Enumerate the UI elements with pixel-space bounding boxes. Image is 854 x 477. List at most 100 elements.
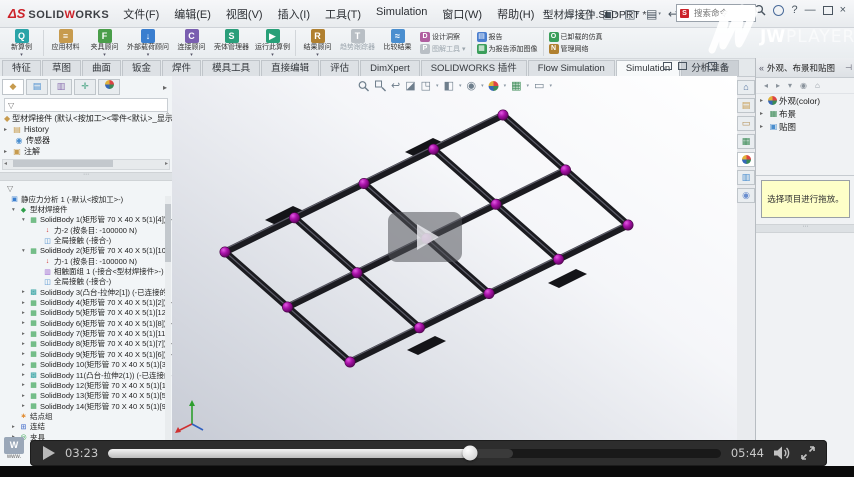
dimxpertmanager-tab[interactable]: ✛ [74, 79, 96, 95]
design-insight-button[interactable]: D 设计洞察 [420, 32, 466, 42]
sim-tree-row[interactable]: ▸▩SolidBody 3(凸台-拉伸2[1]) (-已连接的- [0, 287, 172, 297]
menu-window[interactable]: 窗口(W) [442, 6, 482, 22]
sim-tree-row[interactable]: ▥相触面组 1 (-接合<型材焊接件>-) [0, 266, 172, 276]
compare-results-button[interactable]: ≈ 比较结果 [378, 28, 417, 58]
expander-icon[interactable]: ▸ [22, 382, 29, 388]
sim-tree-row[interactable]: ▣静应力分析 1 (-默认<按加工>-) [0, 194, 172, 204]
sim-tree-row[interactable]: ▸▦SolidBody 14(矩形管 70 X 40 X 5(1)[9]) (-… [0, 401, 172, 411]
login-user-icon[interactable] [773, 5, 784, 16]
doc-close-icon[interactable]: × [723, 61, 728, 71]
tab-features[interactable]: 特征 [2, 60, 41, 76]
menu-file[interactable]: 文件(F) [123, 6, 159, 22]
tree-filter-box[interactable]: ▽ [4, 98, 168, 112]
feature-tree-row[interactable]: ▸ ▣ 注解 [0, 146, 172, 157]
tree-horizontal-scrollbar[interactable]: ◂ ▸ [2, 159, 170, 170]
run-study-button[interactable]: ▶ 运行此算例▾ [252, 28, 293, 58]
tab-weldments[interactable]: 焊件 [162, 60, 201, 76]
seek-handle[interactable] [462, 446, 477, 461]
menu-help[interactable]: 帮助(H) [497, 6, 534, 22]
menu-simulation[interactable]: Simulation [376, 6, 427, 22]
sim-tree-row[interactable]: ↓力-1 (按条目: -100000 N) [0, 256, 172, 266]
expander-icon[interactable]: ▸ [4, 126, 12, 133]
expander-icon[interactable]: ▸ [22, 393, 29, 399]
expander-icon[interactable]: ▾ [22, 217, 29, 223]
search-input[interactable] [692, 7, 748, 19]
tab-surfaces[interactable]: 曲面 [82, 60, 121, 76]
forward-icon[interactable]: ▸ [776, 81, 780, 90]
video-play-overlay-button[interactable] [388, 212, 462, 262]
expander-icon[interactable]: ▸ [4, 148, 12, 155]
expander-icon[interactable]: ▾ [22, 248, 29, 254]
scroll-right-icon[interactable]: ▸ [165, 160, 168, 168]
sim-tree-row[interactable]: ▸▦SolidBody 5(矩形管 70 X 40 X 5(1)[12]) (-… [0, 308, 172, 318]
expander-icon[interactable]: ▸ [12, 424, 19, 430]
menu-insert[interactable]: 插入(I) [278, 6, 310, 22]
expander-icon[interactable]: ▸ [22, 289, 29, 295]
sim-tree-row[interactable]: ∗结点组 [0, 411, 172, 421]
include-image-button[interactable]: ▦ 为报告添加图像 [477, 44, 538, 54]
sim-tree-row[interactable]: ◫全局接触 (-接合-) [0, 277, 172, 287]
volume-icon[interactable] [774, 446, 791, 460]
weldment-frame-model[interactable] [172, 76, 737, 466]
expander-icon[interactable]: ▸ [22, 362, 29, 368]
sim-tree-row[interactable]: ▸▩SolidBody 11(凸台-拉伸2(1)) (-已连接的- [0, 370, 172, 380]
graphics-area[interactable]: ↩ ◪ ◳▾ ◧▾ ◉▾ ▾ ▦▾ ▭▾ [172, 76, 737, 466]
tab-evaluate[interactable]: 评估 [320, 60, 359, 76]
menu-edit[interactable]: 编辑(E) [174, 6, 211, 22]
tab-sw-addins[interactable]: SOLIDWORKS 插件 [421, 60, 527, 76]
expander-icon[interactable]: ▸ [760, 123, 768, 130]
configurationmanager-tab[interactable]: ▥ [50, 79, 72, 95]
expander-icon[interactable]: ▸ [22, 331, 29, 337]
panel-splitter[interactable]: ⋯ [0, 172, 172, 181]
command-search-box[interactable]: S [676, 4, 756, 22]
tab-direct-editing[interactable]: 直接编辑 [261, 60, 319, 76]
scroll-left-icon[interactable]: ◂ [4, 160, 7, 168]
sim-tree-filter[interactable]: ▽ [4, 183, 168, 193]
sim-tree-row[interactable]: ↓力-2 (按条目: -100000 N) [0, 225, 172, 235]
sim-tree-scrollbar[interactable] [165, 196, 171, 440]
expander-icon[interactable]: ▸ [22, 310, 29, 316]
expander-icon[interactable]: ▸ [760, 97, 768, 104]
forum-tab[interactable]: ◉ [737, 188, 755, 203]
tab-flow-simulation[interactable]: Flow Simulation [528, 60, 615, 76]
pin-icon[interactable]: ⊣ [845, 63, 852, 72]
doc-window-icon[interactable] [678, 62, 687, 70]
results-advisor-button[interactable]: R 结果顾问▾ [298, 28, 337, 58]
tree-scroll-up-icon[interactable]: ⌃ [165, 112, 170, 119]
sim-tree-row[interactable]: ◫全局接触 (-接合-) [0, 235, 172, 245]
panel-splitter[interactable]: ⋯ [756, 224, 854, 233]
expander-icon[interactable]: ▸ [22, 403, 29, 409]
sim-tree-row[interactable]: ▸⊞连结 [0, 422, 172, 432]
sim-tree-row[interactable]: ▸▦SolidBody 10(矩形管 70 X 40 X 5(1)[3]) (-… [0, 360, 172, 370]
trend-tracker-button[interactable]: T 趋势跟踪器 [337, 28, 378, 58]
refresh-icon[interactable]: ◉ [800, 81, 807, 90]
file-explorer-tab[interactable]: ▭ [737, 116, 755, 131]
design-library-tab[interactable]: ▤ [737, 98, 755, 113]
play-button[interactable] [42, 446, 55, 460]
expander-icon[interactable]: ▸ [22, 351, 29, 357]
video-control-bar[interactable]: 03:23 05:44 [30, 440, 827, 466]
scenes-node[interactable]: ▸ ▦ 布景 [756, 107, 854, 120]
menu-view[interactable]: 视图(V) [226, 6, 263, 22]
feature-tree-row[interactable]: ◉ 传感器 [0, 135, 172, 146]
expander-icon[interactable]: ▸ [22, 341, 29, 347]
feature-tree-root[interactable]: ◆ 型材焊接件 (默认<按加工><零件<默认>_显示 [0, 113, 172, 124]
propertymanager-tab[interactable]: ▤ [26, 79, 48, 95]
appearances-node[interactable]: ▸ 外观(color) [756, 94, 854, 107]
custom-properties-tab[interactable]: ▥ [737, 170, 755, 185]
plot-tools-button[interactable]: P 图解工具▾ [420, 44, 466, 54]
sim-tree-row[interactable]: ▸▦SolidBody 4(矩形管 70 X 40 X 5(1)[2]) (-已 [0, 297, 172, 307]
print-icon[interactable]: ▤▾ [646, 7, 661, 21]
new-study-button[interactable]: Q 新算例▾ [2, 28, 41, 58]
menu-tools[interactable]: 工具(T) [325, 6, 361, 22]
offloaded-simulation-button[interactable]: O 已卸载的仿真 [549, 32, 603, 42]
back-icon[interactable]: ◂ [764, 81, 768, 90]
sim-tree-row[interactable]: ▾▦SolidBody 1(矩形管 70 X 40 X 5(1)[4]) (-已 [0, 215, 172, 225]
view-palette-tab[interactable]: ▦ [737, 134, 755, 149]
expander-icon[interactable]: ▸ [22, 372, 29, 378]
sim-tree-row[interactable]: ▸▦SolidBody 12(矩形管 70 X 40 X 5(1)[1]) (-… [0, 380, 172, 390]
appearances-scenes-tab[interactable] [737, 152, 755, 167]
panel-flyout-icon[interactable]: ▸ [163, 83, 170, 92]
tab-mold-tools[interactable]: 模具工具 [202, 60, 260, 76]
sim-tree-row[interactable]: ▸▦SolidBody 13(矩形管 70 X 40 X 5(1)[5]) (-… [0, 391, 172, 401]
